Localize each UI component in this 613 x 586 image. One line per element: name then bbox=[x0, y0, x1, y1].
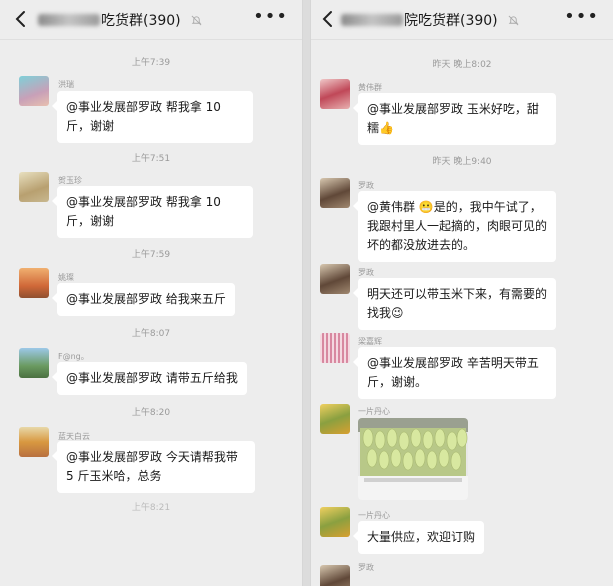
corn-trunk-photo[interactable] bbox=[358, 418, 468, 500]
avatar[interactable] bbox=[19, 348, 49, 378]
timestamp: 昨天 晚上8:02 bbox=[432, 60, 492, 70]
sender-name: 一片丹心 bbox=[358, 511, 390, 520]
message-bubble[interactable]: @事业发展部罗政 帮我拿 10 斤，谢谢 bbox=[52, 91, 253, 143]
avatar[interactable] bbox=[320, 404, 350, 434]
chat-header: 吃货群(390) ••• bbox=[0, 0, 302, 40]
sender-name: 一片丹心 bbox=[358, 407, 390, 416]
thumbs-up-icon: 👍 bbox=[379, 121, 394, 135]
chat-title: 吃货群(390) bbox=[38, 10, 202, 30]
message-bubble[interactable]: @事业发展部罗政 给我来五斤 bbox=[52, 283, 235, 316]
timestamp: 上午7:39 bbox=[131, 58, 171, 68]
message-bubble[interactable]: @事业发展部罗政 玉米好吃，甜糯👍 bbox=[353, 93, 556, 145]
mute-bell-icon bbox=[191, 15, 202, 26]
chat-panel-right: 院吃货群(390) ••• 昨天 晚上8:02 黄伟群 @事业发展部罗政 玉米好… bbox=[310, 0, 613, 586]
avatar[interactable] bbox=[320, 178, 350, 208]
sender-name: 姚璨 bbox=[58, 273, 74, 282]
avatar[interactable] bbox=[19, 427, 49, 457]
timestamp-partial: 上午8:21 bbox=[131, 503, 171, 513]
chat-header: 院吃货群(390) ••• bbox=[311, 0, 613, 40]
mute-bell-icon bbox=[508, 15, 519, 26]
sender-name: 罗政 bbox=[358, 181, 374, 190]
message-bubble[interactable]: 大量供应，欢迎订购 bbox=[352, 521, 485, 554]
avatar[interactable] bbox=[19, 76, 49, 106]
message-bubble[interactable]: @黄伟群 😬是的，我中午试了，我跟村里人一起摘的，肉眼可见的坏的都没放进去的。 bbox=[353, 191, 556, 262]
sender-name: 黄伟群 bbox=[358, 83, 382, 92]
avatar[interactable] bbox=[320, 565, 350, 586]
more-options-icon[interactable]: ••• bbox=[253, 8, 288, 26]
redacted-text bbox=[38, 14, 100, 26]
timestamp: 上午8:20 bbox=[131, 408, 171, 418]
sender-name: 贺玉珍 bbox=[58, 176, 82, 185]
timestamp: 上午7:59 bbox=[131, 250, 171, 260]
chat-panel-left: 吃货群(390) ••• 上午7:39 洪瑞 @事业发展部罗政 帮我拿 10 斤… bbox=[0, 0, 303, 586]
sender-name: 洪瑞 bbox=[58, 80, 74, 89]
message-bubble[interactable]: @事业发展部罗政 帮我拿 10 斤，谢谢 bbox=[52, 186, 253, 238]
sender-name: 罗政 bbox=[358, 268, 374, 277]
timestamp: 上午8:07 bbox=[131, 329, 171, 339]
redacted-text bbox=[341, 14, 403, 26]
message-bubble[interactable]: @事业发展部罗政 请带五斤给我 bbox=[52, 362, 247, 395]
timestamp: 昨天 晚上9:40 bbox=[432, 157, 492, 167]
avatar[interactable] bbox=[320, 333, 350, 363]
grimace-emoji-icon: 😬 bbox=[418, 200, 434, 214]
message-bubble[interactable]: @事业发展部罗政 辛苦明天带五斤，谢谢。 bbox=[353, 347, 556, 399]
message-bubble[interactable]: 明天还可以带玉米下来，有需要的找我😉 bbox=[353, 278, 556, 330]
avatar[interactable] bbox=[320, 79, 350, 109]
sender-name: 梁嘉辉 bbox=[358, 337, 382, 346]
avatar[interactable] bbox=[320, 264, 350, 294]
chat-title: 院吃货群(390) bbox=[341, 10, 519, 30]
back-arrow-icon[interactable] bbox=[12, 9, 30, 29]
back-arrow-icon[interactable] bbox=[319, 9, 337, 29]
avatar[interactable] bbox=[19, 268, 49, 298]
avatar[interactable] bbox=[320, 507, 350, 537]
sender-name: 罗政 bbox=[358, 563, 374, 572]
message-bubble[interactable]: @事业发展部罗政 今天请帮我带 5 斤玉米哈，总务 bbox=[52, 441, 255, 493]
avatar[interactable] bbox=[19, 172, 49, 202]
sender-name: F@ng。 bbox=[58, 352, 89, 361]
more-options-icon[interactable]: ••• bbox=[564, 8, 599, 26]
wink-emoji-icon: 😉 bbox=[391, 306, 404, 320]
photo-image bbox=[358, 418, 468, 500]
timestamp: 上午7:51 bbox=[131, 154, 171, 164]
